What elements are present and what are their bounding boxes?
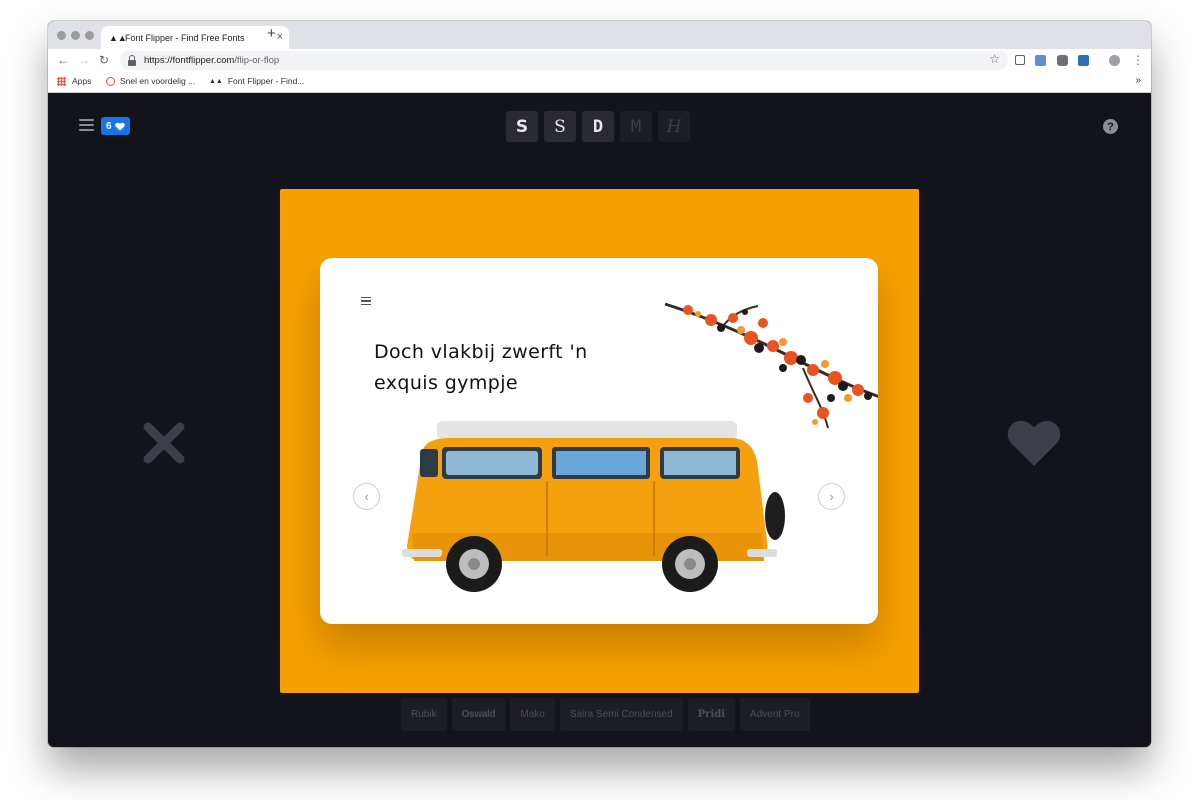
flop-x-icon[interactable] bbox=[142, 421, 186, 465]
font-chip-pridi[interactable]: Pridi bbox=[687, 698, 736, 731]
preview-headline: Doch vlakbij zwerft 'n exquis gympje bbox=[374, 341, 588, 394]
bookmark-label: Font Flipper - Find... bbox=[227, 76, 305, 86]
bookmark-favicon-icon bbox=[106, 76, 115, 86]
filter-handwriting-button[interactable]: H bbox=[658, 111, 690, 142]
carousel-next-button[interactable]: › bbox=[818, 483, 845, 510]
url-text: https://fontflipper.com/flip-or-flop bbox=[144, 55, 279, 66]
filter-serif-button[interactable]: S bbox=[544, 111, 576, 142]
favorites-badge[interactable]: 6 bbox=[101, 117, 130, 135]
font-chip-oswald[interactable]: Oswald bbox=[451, 698, 506, 731]
maximize-window-dot[interactable] bbox=[85, 31, 94, 40]
more-menu-icon[interactable]: ⋮ bbox=[1132, 53, 1144, 67]
address-bar[interactable]: https://fontflipper.com/flip-or-flop ☆ bbox=[120, 51, 1008, 70]
help-icon[interactable]: ? bbox=[1103, 119, 1118, 134]
favorites-count: 6 bbox=[106, 120, 112, 132]
bookmark-apps[interactable]: Apps bbox=[57, 76, 91, 86]
font-chip-advent-pro[interactable]: Advent Pro bbox=[740, 698, 810, 731]
filter-sans-serif-button[interactable]: S bbox=[506, 111, 538, 142]
font-chip-saira-semi-condensed[interactable]: Saira Semi Condensed bbox=[559, 698, 683, 731]
bookmarks-overflow-icon[interactable]: » bbox=[1135, 75, 1141, 86]
filter-display-button[interactable]: D bbox=[582, 111, 614, 142]
bookmark-star-icon[interactable]: ☆ bbox=[989, 52, 1000, 66]
page-content: 6 S S D M H ? Doch vlakbij zwerft 'n exq… bbox=[48, 93, 1151, 747]
bookmark-snel[interactable]: Snel en voordelig ... bbox=[106, 76, 195, 86]
tab-strip: ▲▲ Font Flipper - Find Free Fonts × + bbox=[48, 21, 1151, 49]
url-host: https://fontflipper.com bbox=[144, 55, 235, 66]
reload-icon[interactable]: ↻ bbox=[99, 53, 109, 67]
font-style-filters: S S D M H bbox=[506, 111, 690, 142]
forward-arrow-icon[interactable]: → bbox=[78, 53, 90, 67]
hamburger-menu-icon[interactable] bbox=[79, 119, 94, 131]
filter-monospace-button[interactable]: M bbox=[620, 111, 652, 142]
browser-toolbar: ← → ↻ https://fontflipper.com/flip-or-fl… bbox=[48, 49, 1151, 72]
tab-title: Font Flipper - Find Free Fonts bbox=[125, 32, 245, 43]
s-extension-icon[interactable] bbox=[1078, 55, 1089, 66]
bookmarks-bar: Apps Snel en voordelig ... ▲▲ Font Flipp… bbox=[48, 72, 1151, 93]
preview-card: Doch vlakbij zwerft 'n exquis gympje ‹ › bbox=[320, 258, 878, 624]
profile-avatar-icon[interactable] bbox=[1109, 55, 1120, 66]
browser-tab[interactable]: ▲▲ Font Flipper - Find Free Fonts × bbox=[101, 26, 289, 49]
bookmark-label: Snel en voordelig ... bbox=[120, 76, 196, 86]
back-arrow-icon[interactable]: ← bbox=[57, 53, 69, 67]
font-preview-stage: Doch vlakbij zwerft 'n exquis gympje ‹ › bbox=[280, 189, 919, 693]
fontflipper-favicon-icon: ▲▲ bbox=[109, 32, 127, 43]
flip-heart-icon[interactable] bbox=[1006, 417, 1062, 467]
apps-grid-icon bbox=[57, 76, 66, 86]
minimize-window-dot[interactable] bbox=[71, 31, 80, 40]
close-window-dot[interactable] bbox=[57, 31, 66, 40]
font-history-list: Rubik Oswald Mako Saira Semi Condensed P… bbox=[401, 698, 810, 731]
card-menu-icon bbox=[361, 297, 371, 305]
new-tab-button[interactable]: + bbox=[267, 26, 276, 42]
font-chip-rubik[interactable]: Rubik bbox=[401, 698, 447, 731]
fontflipper-favicon-icon: ▲▲ bbox=[209, 77, 223, 85]
bookmark-fontflipper[interactable]: ▲▲ Font Flipper - Find... bbox=[209, 76, 304, 86]
screenshot-extension-icon[interactable] bbox=[1015, 55, 1025, 65]
font-chip-mako[interactable]: Mako bbox=[510, 698, 555, 731]
chevron-left-icon: ‹ bbox=[364, 489, 369, 504]
carousel-prev-button[interactable]: ‹ bbox=[353, 483, 380, 510]
heart-icon bbox=[114, 122, 125, 131]
window-extension-icon[interactable] bbox=[1035, 55, 1046, 66]
camper-van-image bbox=[402, 421, 785, 592]
tab-close-icon[interactable]: × bbox=[277, 31, 283, 43]
flower-branch-image bbox=[664, 302, 878, 429]
chevron-right-icon: › bbox=[829, 489, 834, 504]
url-path: /flip-or-flop bbox=[234, 55, 280, 66]
camera-extension-icon[interactable] bbox=[1057, 55, 1068, 66]
lock-icon bbox=[128, 54, 136, 66]
bookmark-label: Apps bbox=[72, 76, 92, 86]
browser-window: ▲▲ Font Flipper - Find Free Fonts × + ← … bbox=[48, 21, 1151, 747]
